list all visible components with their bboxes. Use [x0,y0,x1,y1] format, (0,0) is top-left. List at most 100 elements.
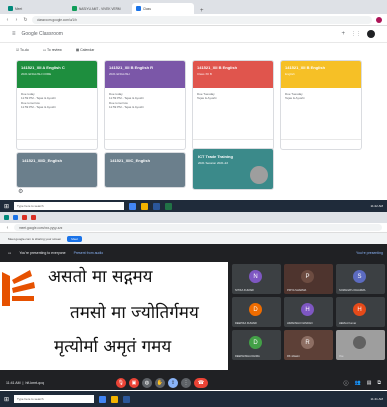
excel-taskbar-icon[interactable] [165,202,173,210]
clock: 11:22 AM [370,204,383,208]
screen-share-notice: Meet.google.com is sharing your screen M… [0,233,387,244]
tab-classroom[interactable]: Class [132,3,194,14]
participant-avatar: H [301,303,314,316]
class-card[interactable]: 141521_XII B English English Due Tuesday T… [280,60,362,150]
browser-tab-bar: Meet NASIYU AMT - VIVEK VERM Class + [0,0,387,14]
camera-off-button[interactable]: ▣ [128,378,139,388]
control-buttons: 🎙 ▣ ◍ ✋ ⇪ ⋮ ☎ [115,378,208,388]
leave-call-button[interactable]: ☎ [193,378,208,388]
url-field[interactable]: meet.google.com/xxx-yyyy-zzz [14,224,382,231]
browser2-tab-bar [0,212,387,223]
taskbar-search[interactable]: Type here to search [14,202,125,210]
url-text: meet.google.com/xxx-yyyy-zzz [19,225,63,230]
sloka-line-1: असतो मा सद्गमय [48,267,153,287]
folder-taskbar-icon[interactable] [141,202,149,210]
people-icon[interactable]: 👥 [354,380,360,387]
account-avatar[interactable] [367,30,375,38]
sloka-line-3: मृत्योर्मा अमृतं गमय [54,337,172,357]
meet-favicon[interactable] [4,215,9,220]
word-taskbar-icon[interactable] [123,395,131,403]
folder-taskbar-icon[interactable] [111,395,119,403]
participant-tile[interactable]: N NITIKA KUMARI [232,264,281,294]
review-link[interactable]: ▭ To review [43,48,62,52]
tab-favicon[interactable] [22,215,27,220]
taskbar-search[interactable]: Type here to search [14,395,95,403]
participant-name: You [339,355,344,358]
class-card[interactable]: 141521_XII B English Class XII B Due Tues… [192,60,274,150]
card-footer [105,139,185,149]
card-banner: 141521_XIIC_English [105,153,185,187]
chat-icon[interactable]: ▤ [367,380,372,387]
address-bar: ‹ › ↻ classroom.google.com/u/1/h [0,14,387,26]
card-title: 141521_XII B English [285,65,326,70]
back-icon[interactable]: ‹ [5,17,10,23]
card-title: 141521_XIIC_English [110,158,151,163]
captions-button[interactable]: ◍ [141,378,152,388]
settings-gear-icon[interactable]: ⚙ [18,188,23,195]
participant-name: HIMANSHU NANDAN [287,322,313,325]
side-controls: ⓘ 👥 ▤ ⧉ [343,380,381,387]
url-text: classroom.google.com/u/1/h [37,17,77,22]
todo-link[interactable]: ☑ To-do [16,48,29,52]
card-assignment: 11:59 PM - Tejas & Ayushi [109,105,144,110]
tab-label: Class [143,6,151,11]
participant-tile-self[interactable]: You [336,330,385,360]
card-footer [17,139,97,149]
participant-avatar [353,336,366,349]
add-icon[interactable]: + [341,31,345,37]
participant-name: HEMLA Kumar [339,322,357,325]
participant-tile[interactable]: R RK villasini [284,330,333,360]
participant-avatar: H [353,303,366,316]
windows-taskbar-2: ⊞ Type here to search 11:41 AM [0,391,387,407]
participant-tile[interactable]: D DEEPANSHA DHIMA [232,330,281,360]
calendar-link[interactable]: ▦ Calendar [76,48,95,52]
participant-tile[interactable]: H HIMANSHU NANDAN [284,297,333,327]
menu-icon[interactable]: ≡ [12,31,16,37]
tab-favicon[interactable] [31,215,36,220]
tab-meet[interactable]: Meet [4,3,66,14]
reload-icon[interactable]: ↻ [23,17,28,23]
meet-chip-button[interactable]: Meet [67,235,82,242]
chrome-taskbar-icon[interactable] [99,395,107,403]
participant-tile[interactable]: P PRIYA SHARMA [284,264,333,294]
search-placeholder: Type here to search [17,397,44,401]
meeting-time: 11:41 AM [6,381,21,385]
chrome-taskbar-icon[interactable] [129,202,137,210]
stop-presenting-button[interactable]: Present from audio [74,251,104,255]
profile-avatar[interactable] [376,16,382,23]
participant-tile[interactable]: S SOMANATH DHARMA [336,264,385,294]
url-field[interactable]: classroom.google.com/u/1/h [32,15,372,24]
info-icon[interactable]: ⓘ [343,380,348,387]
user-photo-avatar [250,166,268,184]
card-banner: 141521_XII B English English [281,61,361,88]
tab-spreadsheet[interactable]: NASIYU AMT - VIVEK VERM [68,3,130,14]
class-card[interactable]: 141521_XII B English R 2021 ENGLISH Due t… [104,60,186,150]
classroom-favicon [136,6,141,11]
class-card[interactable]: 141521_XIID_English [16,152,98,188]
class-card[interactable]: 141521_XII A English C 2021 ENGLISH CORE … [16,60,98,150]
participant-avatar: P [301,270,314,283]
present-button[interactable]: ⇪ [167,378,178,388]
participant-tile[interactable]: D DEEPIKA KUMARI [232,297,281,327]
mic-off-button[interactable]: 🎙 [115,378,126,388]
windows-start-icon[interactable]: ⊞ [4,396,9,403]
review-label: To review [47,48,62,52]
back-icon[interactable]: ‹ [5,225,10,231]
participant-name: DEEPANSHA DHIMA [235,355,260,358]
presenting-text: You're presenting to everyone [19,251,66,255]
class-card[interactable]: 141521_XIIC_English [104,152,186,188]
apps-grid-icon[interactable]: ⋮⋮ [351,31,361,37]
raise-hand-button[interactable]: ✋ [154,378,165,388]
you-presenting-label: You're presenting [355,251,383,255]
word-taskbar-icon[interactable] [153,202,161,210]
forward-icon[interactable]: › [14,17,19,23]
card-body: Due Tuesday Tejas & Ayushi [193,88,273,105]
sheets-favicon [72,6,77,11]
participant-name: DEEPIKA KUMARI [235,322,257,325]
participant-tile[interactable]: H HEMLA Kumar [336,297,385,327]
windows-start-icon[interactable]: ⊞ [4,203,9,210]
tab-favicon[interactable] [13,215,18,220]
more-options-button[interactable]: ⋮ [180,378,191,388]
activities-icon[interactable]: ⧉ [377,380,381,387]
meet-control-bar: 11:41 AM | hif-kmrt-qcq 🎙 ▣ ◍ ✋ ⇪ ⋮ ☎ ⓘ … [0,376,387,390]
